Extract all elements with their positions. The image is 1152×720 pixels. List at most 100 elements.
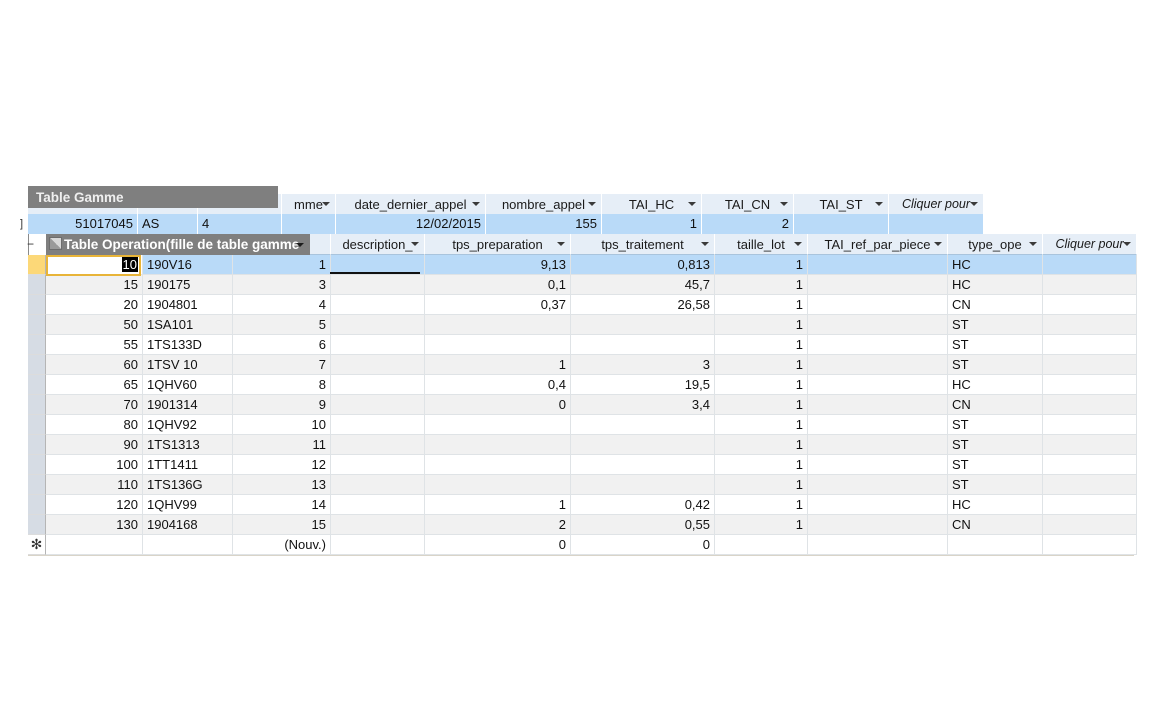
child-cell-tps-traitement[interactable]	[571, 475, 715, 495]
child-cell-cliquer-pour[interactable]	[1043, 255, 1137, 275]
child-cell-tps-preparation[interactable]	[425, 335, 571, 355]
child-record-selector[interactable]	[28, 415, 46, 435]
parent-cell-tai-hc[interactable]: 1	[602, 214, 702, 234]
child-cell-taille-lot[interactable]: 1	[715, 355, 808, 375]
child-cell-tai-ref-par-piece[interactable]	[808, 295, 948, 315]
child-cell-seq[interactable]: 1	[233, 255, 331, 275]
table-row[interactable]: 55 1TS133D 6 1 ST	[46, 335, 1137, 355]
chevron-down-icon[interactable]	[322, 202, 330, 206]
child-cell-seq[interactable]: 3	[233, 275, 331, 295]
child-cell-taille-lot[interactable]: 1	[715, 435, 808, 455]
child-cell-taille-lot[interactable]: 1	[715, 395, 808, 415]
chevron-down-icon[interactable]	[411, 242, 419, 246]
parent-cell-leading-2[interactable]: 4	[198, 214, 282, 234]
child-cell-taille-lot[interactable]: 1	[715, 255, 808, 275]
child-column-header-type-ope[interactable]: type_ope	[948, 234, 1043, 255]
child-cell-num[interactable]: 100	[46, 455, 143, 475]
child-cell-num[interactable]: 80	[46, 415, 143, 435]
child-cell-seq[interactable]: 12	[233, 455, 331, 475]
child-cell-description[interactable]	[331, 495, 425, 515]
child-cell-tps-preparation[interactable]: 0,37	[425, 295, 571, 315]
chevron-down-icon[interactable]	[472, 202, 480, 206]
parent-cell-tai-cn[interactable]: 2	[702, 214, 794, 234]
child-record-selector[interactable]	[28, 275, 46, 295]
child-cell-type-ope[interactable]: HC	[948, 495, 1043, 515]
child-cell-tps-preparation[interactable]: 9,13	[425, 255, 571, 275]
parent-cell-leading-0[interactable]: 51017045	[28, 214, 138, 234]
child-cell-description[interactable]	[331, 275, 425, 295]
child-cell-seq[interactable]: 5	[233, 315, 331, 335]
child-cell-code[interactable]: 1QHV60	[143, 375, 233, 395]
child-cell-num[interactable]: 70	[46, 395, 143, 415]
child-cell-taille-lot[interactable]: 1	[715, 375, 808, 395]
child-cell-code[interactable]: 1SA101	[143, 315, 233, 335]
table-row[interactable]: 20 1904801 4 0,37 26,58 1 CN	[46, 295, 1137, 315]
child-cell-tps-preparation[interactable]	[425, 415, 571, 435]
child-record-selector[interactable]	[28, 315, 46, 335]
child-cell-code[interactable]: 1TT1411	[143, 455, 233, 475]
expand-collapse-icon[interactable]: −	[26, 238, 35, 250]
child-cell-seq[interactable]: 8	[233, 375, 331, 395]
child-cell-tps-traitement[interactable]	[571, 415, 715, 435]
child-cell-tps-traitement[interactable]: 0,813	[571, 255, 715, 275]
child-cell-tps-traitement[interactable]: 0,42	[571, 495, 715, 515]
child-cell-tai-ref-par-piece[interactable]	[808, 495, 948, 515]
child-cell-cliquer-pour[interactable]	[1043, 475, 1137, 495]
child-cell-tps-traitement[interactable]	[571, 435, 715, 455]
parent-cell-cliquer-pour[interactable]	[889, 214, 984, 234]
parent-cell-tai-st[interactable]	[794, 214, 889, 234]
table-row[interactable]: 90 1TS1313 11 1 ST	[46, 435, 1137, 455]
child-cell-num[interactable]: 50	[46, 315, 143, 335]
child-cell-cliquer-pour[interactable]	[1043, 535, 1137, 555]
child-cell-tps-traitement[interactable]: 26,58	[571, 295, 715, 315]
child-record-selector[interactable]	[28, 495, 46, 515]
child-cell-tps-preparation[interactable]	[425, 475, 571, 495]
chevron-down-icon[interactable]	[701, 242, 709, 246]
parent-column-header-mme[interactable]: mme	[282, 194, 336, 215]
child-cell-description[interactable]	[331, 335, 425, 355]
child-cell-tps-preparation[interactable]	[425, 315, 571, 335]
chevron-down-icon[interactable]	[794, 242, 802, 246]
child-cell-code[interactable]: 1QHV99	[143, 495, 233, 515]
child-column-header-tai-ref-par-piece[interactable]: TAI_ref_par_piece	[808, 234, 948, 255]
chevron-down-icon[interactable]	[780, 202, 788, 206]
child-column-header-tps-preparation[interactable]: tps_preparation	[425, 234, 571, 255]
child-cell-code[interactable]: 1904801	[143, 295, 233, 315]
child-cell-type-ope[interactable]: ST	[948, 355, 1043, 375]
child-cell-tai-ref-par-piece[interactable]	[808, 275, 948, 295]
child-cell-seq[interactable]: 10	[233, 415, 331, 435]
child-cell-type-ope[interactable]: CN	[948, 515, 1043, 535]
child-cell-type-ope[interactable]: HC	[948, 275, 1043, 295]
parent-column-header-date-dernier-appel[interactable]: date_dernier_appel	[336, 194, 486, 215]
child-cell-seq[interactable]: 7	[233, 355, 331, 375]
parent-column-header-tai-hc[interactable]: TAI_HC	[602, 194, 702, 215]
child-cell-code[interactable]: 1901314	[143, 395, 233, 415]
child-cell-type-ope[interactable]: CN	[948, 395, 1043, 415]
child-record-selector[interactable]	[28, 255, 46, 275]
child-cell-cliquer-pour[interactable]	[1043, 455, 1137, 475]
child-cell-cliquer-pour[interactable]	[1043, 435, 1137, 455]
child-column-header-description[interactable]: description_	[331, 234, 425, 255]
child-cell-description[interactable]	[331, 375, 425, 395]
child-cell-tps-preparation[interactable]: 1	[425, 355, 571, 375]
child-cell-tps-traitement[interactable]	[571, 315, 715, 335]
table-row[interactable]: (Nouv.) 0 0	[46, 535, 1137, 555]
child-cell-tps-preparation[interactable]: 1	[425, 495, 571, 515]
parent-cell-mme[interactable]	[282, 214, 336, 234]
child-cell-tai-ref-par-piece[interactable]	[808, 515, 948, 535]
child-record-selector[interactable]	[28, 515, 46, 535]
child-cell-tai-ref-par-piece[interactable]	[808, 435, 948, 455]
child-cell-tps-traitement[interactable]: 19,5	[571, 375, 715, 395]
child-cell-tps-preparation[interactable]: 0,4	[425, 375, 571, 395]
child-cell-tai-ref-par-piece[interactable]	[808, 335, 948, 355]
child-cell-cliquer-pour[interactable]	[1043, 515, 1137, 535]
child-cell-tps-preparation[interactable]	[425, 455, 571, 475]
child-cell-num[interactable]	[46, 535, 143, 555]
child-cell-type-ope[interactable]: ST	[948, 415, 1043, 435]
child-cell-type-ope[interactable]: ST	[948, 315, 1043, 335]
child-cell-cliquer-pour[interactable]	[1043, 355, 1137, 375]
child-record-selector[interactable]	[28, 435, 46, 455]
table-row[interactable]: 110 1TS136G 13 1 ST	[46, 475, 1137, 495]
child-cell-num[interactable]: 10	[46, 255, 143, 275]
chevron-down-icon[interactable]	[1029, 242, 1037, 246]
